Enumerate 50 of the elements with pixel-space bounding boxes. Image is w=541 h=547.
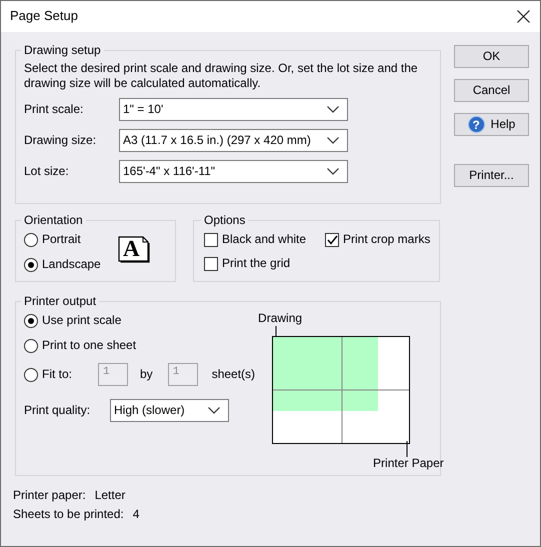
- radio-label[interactable]: Landscape: [42, 257, 101, 272]
- summary-label: Sheets to be printed:: [13, 507, 124, 522]
- dropdown[interactable]: A3 (11.7 x 16.5 in.) (297 x 420 mm): [119, 129, 348, 152]
- by-label: by: [140, 367, 153, 382]
- group-title: Printer output: [23, 295, 98, 307]
- checkbox-label[interactable]: Black and white: [222, 232, 306, 247]
- checkbox-label[interactable]: Print crop marks: [343, 232, 430, 247]
- summary-value: 4: [132, 507, 140, 522]
- field-label: Drawing size:: [24, 133, 98, 148]
- chevron-icon: [327, 137, 339, 144]
- radio-label[interactable]: Fit to:: [42, 367, 94, 382]
- paper-label: Printer Paper: [373, 456, 444, 471]
- description-text: Select the desired print scale and drawing size. Or, set the lot size and the drawing size will be calculated automatically.: [24, 61, 419, 91]
- drawing-label: Drawing: [258, 311, 302, 326]
- group-title: Drawing setup: [23, 44, 102, 56]
- close-icon[interactable]: [517, 10, 530, 23]
- leader-line: [406, 441, 408, 457]
- window-title: Page Setup: [10, 8, 78, 25]
- radio-label[interactable]: Print to one sheet: [42, 338, 136, 353]
- checkbox[interactable]: [204, 256, 218, 270]
- chevron-icon: [327, 106, 339, 113]
- field-label: Print scale:: [24, 102, 84, 117]
- group-title: Orientation: [23, 214, 84, 226]
- radio-label[interactable]: Use print scale: [42, 313, 122, 328]
- radio-button[interactable]: [24, 314, 38, 328]
- dropdown[interactable]: 1" = 10': [119, 98, 348, 121]
- radio-label[interactable]: Portrait: [42, 232, 81, 247]
- page-letter-icon: A: [118, 236, 150, 263]
- field-label: Print quality:: [24, 403, 92, 418]
- radio-button[interactable]: [24, 338, 38, 352]
- help-button[interactable]: ? Help: [454, 113, 529, 136]
- group-title: Options: [203, 214, 246, 226]
- checkbox[interactable]: [325, 232, 339, 246]
- dropdown[interactable]: High (slower): [110, 399, 229, 422]
- dialog-button[interactable]: Printer...: [454, 164, 529, 187]
- summary-value: Letter: [94, 488, 126, 503]
- radio-button[interactable]: [24, 368, 38, 382]
- checkbox-label[interactable]: Print the grid: [222, 256, 290, 271]
- dialog-button[interactable]: Cancel: [454, 79, 529, 102]
- dropdown[interactable]: 165'-4" x 116'-11": [119, 160, 348, 183]
- field-label: Lot size:: [24, 164, 70, 179]
- checkbox[interactable]: [204, 232, 218, 246]
- unit-label: sheet(s): [212, 367, 256, 382]
- dialog-button[interactable]: OK: [454, 45, 529, 68]
- radio-button[interactable]: [24, 232, 38, 246]
- radio-button[interactable]: [24, 258, 38, 272]
- help-icon: ?: [468, 116, 485, 133]
- chevron-icon: [208, 407, 220, 414]
- chevron-icon: [327, 168, 339, 175]
- summary-label: Printer paper:: [13, 488, 86, 503]
